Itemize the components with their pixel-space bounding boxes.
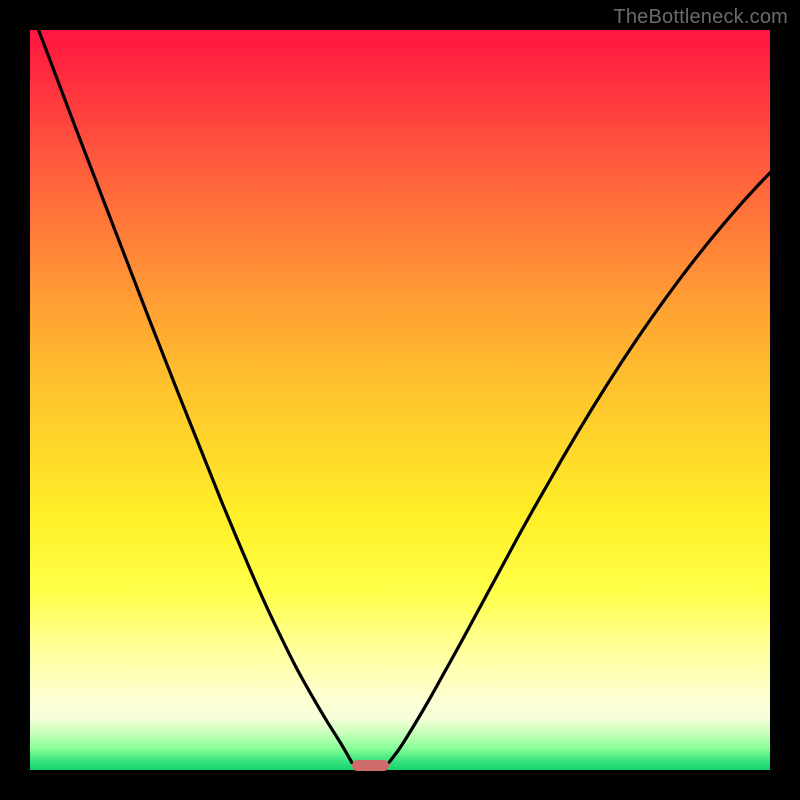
watermark-text: TheBottleneck.com (613, 6, 788, 29)
chart-frame: TheBottleneck.com (0, 0, 800, 800)
right-curve (389, 173, 770, 763)
curve-layer (30, 30, 770, 770)
bottleneck-marker (352, 760, 389, 772)
left-curve (30, 30, 352, 763)
